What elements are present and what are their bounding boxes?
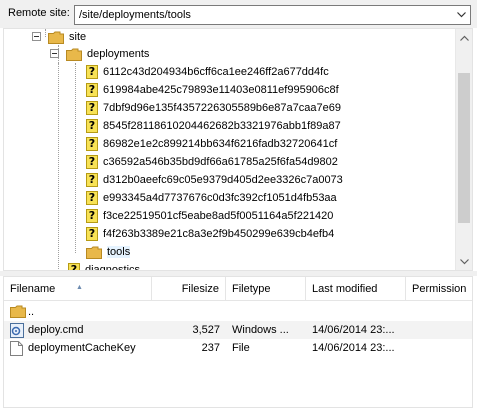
unknown-folder-icon: ?	[86, 191, 98, 205]
collapse-icon[interactable]	[50, 49, 59, 58]
sort-ascending-icon: ▲	[76, 284, 83, 291]
unknown-folder-icon: ?	[68, 263, 80, 270]
folder-icon	[66, 48, 82, 61]
collapse-icon[interactable]	[32, 32, 41, 41]
unknown-folder-icon: ?	[86, 227, 98, 241]
tree-node-unknown[interactable]: ? f4f263b3389e21c8a3e2f9b450299e639cb4ef…	[86, 225, 334, 243]
remote-site-label: Remote site:	[8, 7, 70, 19]
column-header-filetype[interactable]: Filetype	[226, 277, 306, 301]
column-header-filesize[interactable]: Filesize	[152, 277, 226, 301]
tree-node-label: tools	[107, 246, 131, 258]
tree-node-unknown[interactable]: ? 7dbf9d96e135f4357226305589b6e87a7caa7e…	[86, 99, 341, 117]
tree-node-diagnostics[interactable]: ? diagnostics	[68, 261, 141, 271]
tree-node-unknown[interactable]: ? 86982e1e2c899214bb634f6216fadb32720641…	[86, 135, 337, 153]
file-name: ..	[28, 306, 35, 318]
tree-node-unknown[interactable]: ? 8545f28118610204462682b3321976abb1f89a…	[86, 117, 341, 135]
tree-node-unknown[interactable]: ? d312b0aeefc69c05e9379d405d2ee3326c7a00…	[86, 171, 343, 189]
unknown-folder-icon: ?	[86, 155, 98, 169]
scroll-up-arrow-icon[interactable]	[456, 29, 472, 46]
file-type: File	[232, 342, 250, 354]
tree-node-label: deployments	[87, 48, 150, 60]
tree-connector	[58, 63, 59, 270]
remote-directory-tree[interactable]: site deployments ? 6112c43d204934b6cff6c…	[3, 28, 473, 271]
file-name: deploy.cmd	[28, 324, 84, 336]
folder-icon	[48, 31, 64, 44]
tree-node-label: d312b0aeefc69c05e9379d405d2ee3326c7a0073	[103, 174, 343, 186]
tree-node-label: 7dbf9d96e135f4357226305589b6e87a7caa7e69	[103, 102, 341, 114]
file-row-parent[interactable]: ..	[4, 303, 472, 321]
unknown-folder-icon: ?	[86, 65, 98, 79]
tree-node-label: f3ce22519501cf5eabe8ad5f0051164a5f221420	[103, 210, 334, 222]
unknown-folder-icon: ?	[86, 101, 98, 115]
file-icon	[10, 341, 23, 356]
tree-node-site[interactable]: site	[32, 29, 87, 46]
file-name: deploymentCacheKey	[28, 342, 136, 354]
remote-site-path-value[interactable]: /site/deployments/tools	[79, 9, 191, 21]
unknown-folder-icon: ?	[86, 137, 98, 151]
column-header-permissions[interactable]: Permission	[406, 277, 472, 301]
column-header-last-modified[interactable]: Last modified	[306, 277, 406, 301]
tree-node-unknown[interactable]: ? e993345a4d7737676c0d3fc392cf1051d4fb53…	[86, 189, 337, 207]
tree-node-unknown[interactable]: ? f3ce22519501cf5eabe8ad5f0051164a5f2214…	[86, 207, 333, 225]
remote-site-bar: Remote site: /site/deployments/tools	[0, 0, 477, 28]
unknown-folder-icon: ?	[86, 209, 98, 223]
tree-node-label: 86982e1e2c899214bb634f6216fadb32720641cf	[103, 138, 338, 150]
tree-node-label: 6112c43d204934b6cff6ca1ee246ff2a677dd4fc	[103, 66, 329, 78]
tree-node-label: e993345a4d7737676c0d3fc392cf1051d4fb53aa	[103, 192, 337, 204]
file-row[interactable]: deploy.cmd 3,527 Windows ... 14/06/2014 …	[4, 321, 472, 339]
tree-node-label: diagnostics	[85, 264, 141, 271]
file-size: 237	[201, 342, 220, 354]
tree-node-deployments[interactable]: deployments	[50, 45, 149, 63]
tree-node-label: 619984abe425c79893e11403e0811ef995906c8f	[103, 84, 339, 96]
tree-node-label: site	[69, 31, 87, 43]
file-list-header: ▲ Filename Filesize Filetype Last modifi…	[4, 277, 472, 301]
folder-icon	[10, 305, 26, 320]
tree-node-label: c36592a546b35bd9df66a61785a25f6fa54d9802	[103, 156, 338, 168]
folder-icon	[86, 246, 102, 259]
unknown-folder-icon: ?	[86, 83, 98, 97]
remote-site-path-combobox[interactable]: /site/deployments/tools	[74, 5, 471, 25]
tree-node-unknown[interactable]: ? 619984abe425c79893e11403e0811ef995906c…	[86, 81, 339, 99]
file-type: Windows ...	[232, 324, 289, 336]
file-size: 3,527	[192, 324, 220, 336]
file-last-modified: 14/06/2014 23:...	[312, 342, 395, 354]
tree-node-tools[interactable]: tools	[86, 243, 131, 261]
unknown-folder-icon: ?	[86, 173, 98, 187]
file-row[interactable]: deploymentCacheKey 237 File 14/06/2014 2…	[4, 339, 472, 357]
tree-vertical-scrollbar[interactable]	[455, 29, 472, 270]
settings-file-icon	[10, 323, 24, 338]
remote-file-list[interactable]: ▲ Filename Filesize Filetype Last modifi…	[3, 276, 473, 408]
tree-connector	[75, 63, 76, 253]
tree-node-label: 8545f28118610204462682b3321976abb1f89a87	[103, 120, 341, 132]
unknown-folder-icon: ?	[86, 119, 98, 133]
scrollbar-thumb[interactable]	[458, 73, 470, 223]
tree-node-unknown[interactable]: ? 6112c43d204934b6cff6ca1ee246ff2a677dd4…	[86, 63, 329, 81]
file-last-modified: 14/06/2014 23:...	[312, 324, 395, 336]
tree-node-unknown[interactable]: ? c36592a546b35bd9df66a61785a25f6fa54d98…	[86, 153, 338, 171]
scroll-down-arrow-icon[interactable]	[456, 253, 472, 270]
chevron-down-icon[interactable]	[453, 6, 470, 24]
tree-node-label: f4f263b3389e21c8a3e2f9b450299e639cb4efb4	[103, 228, 335, 240]
column-header-filename[interactable]: ▲ Filename	[4, 277, 152, 301]
